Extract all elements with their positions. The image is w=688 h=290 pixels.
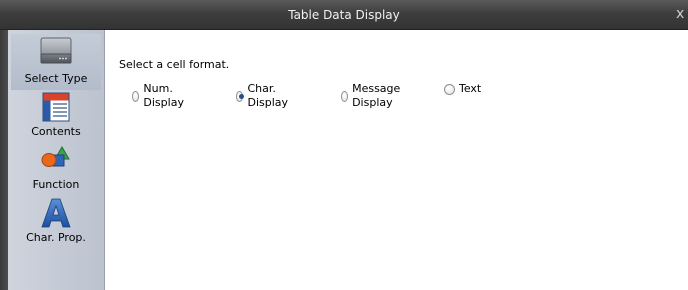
radio-button[interactable] bbox=[444, 83, 455, 95]
table-icon bbox=[41, 92, 71, 125]
radio-button[interactable] bbox=[341, 90, 349, 102]
close-icon[interactable]: x bbox=[676, 5, 688, 23]
sidebar-item-contents[interactable]: Contents bbox=[11, 91, 101, 141]
letter-a-icon bbox=[41, 197, 71, 232]
title-bar[interactable]: Table Data Display x bbox=[0, 0, 688, 30]
main-panel: Select a cell format. Num. Display Char.… bbox=[106, 30, 688, 290]
shapes-icon bbox=[39, 145, 73, 176]
window-title: Table Data Display bbox=[288, 8, 400, 22]
radio-num-display[interactable]: Num. Display bbox=[132, 82, 188, 110]
sidebar-item-select-type[interactable]: Select Type bbox=[11, 34, 101, 90]
radio-message-display[interactable]: Message Display bbox=[341, 82, 404, 110]
sidebar-item-label: Contents bbox=[31, 125, 81, 138]
radio-label: Message Display bbox=[352, 82, 401, 109]
radio-button[interactable] bbox=[236, 90, 245, 102]
radio-label: Num. Display bbox=[143, 82, 184, 109]
sidebar: Select Type Contents Function Char. Prop… bbox=[8, 30, 105, 290]
radio-label: Text bbox=[459, 82, 482, 95]
sidebar-item-label: Char. Prop. bbox=[26, 231, 86, 244]
drive-icon bbox=[39, 36, 73, 69]
radio-char-display[interactable]: Char. Display bbox=[236, 82, 292, 110]
sidebar-item-label: Select Type bbox=[24, 72, 88, 85]
cell-format-prompt: Select a cell format. bbox=[119, 58, 230, 71]
sidebar-item-char-prop[interactable]: Char. Prop. bbox=[11, 197, 101, 247]
dialog-window: Table Data Display x Select Type Content… bbox=[0, 0, 688, 290]
sidebar-item-function[interactable]: Function bbox=[11, 145, 101, 195]
radio-button[interactable] bbox=[132, 90, 140, 102]
radio-text[interactable]: Text bbox=[444, 82, 481, 96]
radio-label: Char. Display bbox=[247, 82, 289, 109]
window-frame-left bbox=[0, 30, 8, 290]
sidebar-item-label: Function bbox=[32, 178, 80, 191]
